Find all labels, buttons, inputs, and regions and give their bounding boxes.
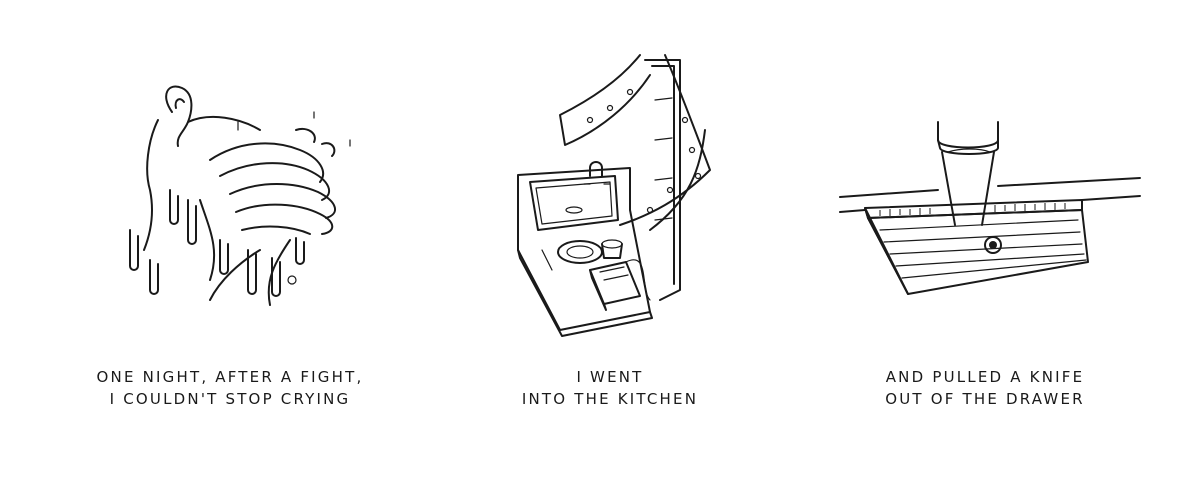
caption-line: I went <box>576 368 644 386</box>
panel-crying: One night, after a fight, I couldn't sto… <box>60 0 400 482</box>
caption-kitchen: I went into the kitchen <box>450 366 770 410</box>
caption-line: into the kitchen <box>521 390 699 408</box>
panel-drawer: And pulled a knife out of the drawer <box>820 0 1150 482</box>
caption-line: I couldn't stop crying <box>109 390 351 408</box>
drawer-illustration <box>839 121 1141 295</box>
panel-kitchen: I went into the kitchen <box>450 0 770 482</box>
caption-line: And pulled a knife <box>885 368 1085 386</box>
caption-line: One night, after a fight, <box>96 368 364 386</box>
caption-drawer: And pulled a knife out of the drawer <box>820 366 1150 410</box>
crying-illustration <box>129 85 351 306</box>
caption-line: out of the drawer <box>885 390 1085 408</box>
caption-crying: One night, after a fight, I couldn't sto… <box>60 366 400 410</box>
kitchen-illustration <box>517 54 711 337</box>
